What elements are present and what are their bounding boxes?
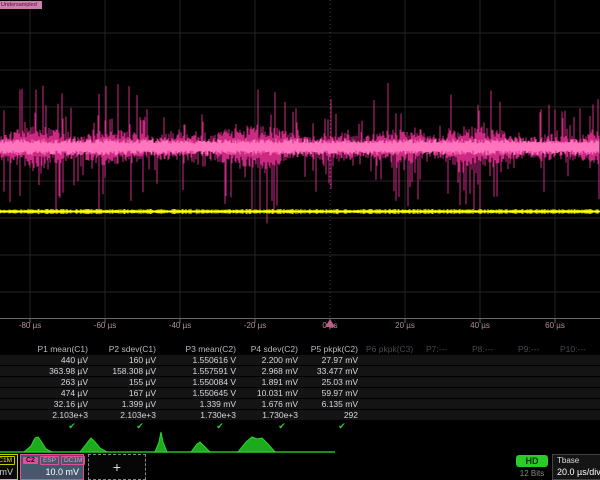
hd-mode-badge[interactable]: HD [516, 455, 548, 467]
trigger-position-icon[interactable] [325, 319, 335, 327]
measurement-header-inactive[interactable]: P9:--- [518, 344, 539, 354]
time-axis-tick-label: 20 µs [383, 321, 427, 330]
measurement-header-P5[interactable]: P5 pkpk(C2) [288, 344, 358, 354]
c1-coupling-chip: DC1M [0, 456, 15, 465]
measurement-header-inactive[interactable]: P6 pkpk(C3) [366, 344, 413, 354]
measurement-value: 440 µV [18, 355, 88, 365]
c1-scale-value: 10.0 mV [0, 467, 17, 477]
time-axis-tick-label: -20 µs [233, 321, 277, 330]
undersampled-warning-badge: Undersampled [0, 1, 42, 9]
trend-peak [238, 437, 275, 452]
measurement-value: 2.103e+3 [86, 410, 156, 420]
measurement-header-inactive[interactable]: P8:--- [472, 344, 493, 354]
measurement-header-P3[interactable]: P3 mean(C2) [166, 344, 236, 354]
c2-esp-chip: ESP [40, 456, 59, 465]
measurement-value: 363.98 µV [18, 366, 88, 376]
measurement-value: 160 µV [86, 355, 156, 365]
oscilloscope-screen: Undersampled -80 µs-60 µs-40 µs-20 µs0 µ… [0, 0, 600, 480]
hd-bits-label: 12 Bits [512, 469, 552, 478]
trend-peak [191, 442, 210, 452]
time-axis-tick-label: -80 µs [8, 321, 52, 330]
timebase-descriptor[interactable]: Tbase 20.0 µs/div [552, 454, 600, 480]
time-axis-tick-label: 60 µs [533, 321, 577, 330]
measurement-value: 27.97 mV [288, 355, 358, 365]
channel-c1-descriptor[interactable]: DC1M 10.0 mV [0, 454, 18, 480]
time-axis-tick-label: -40 µs [158, 321, 202, 330]
time-axis-tick-label: -60 µs [83, 321, 127, 330]
c2-coupling-chip: DC1M [61, 456, 85, 465]
add-channel-button[interactable]: + [88, 454, 146, 480]
measurement-value: 1.550616 V [166, 355, 236, 365]
measurement-value: 59.97 mV [288, 388, 358, 398]
waveform-grid [0, 0, 600, 336]
trend-peak [24, 437, 52, 452]
measurement-value: 474 µV [18, 388, 88, 398]
measurement-value: 1.730e+3 [166, 410, 236, 420]
measurement-value: 155 µV [86, 377, 156, 387]
c2-scale-value: 10.0 mV [21, 467, 83, 477]
time-axis-tick-label: 40 µs [458, 321, 502, 330]
measurement-value: 158.308 µV [86, 366, 156, 376]
timebase-value: 20.0 µs/div [553, 465, 600, 477]
measurement-header-inactive[interactable]: P7:--- [426, 344, 447, 354]
measurement-value: 1.557591 V [166, 366, 236, 376]
measurement-value: 1.550084 V [166, 377, 236, 387]
timebase-title: Tbase [553, 455, 600, 465]
trend-peak [80, 438, 107, 452]
measurement-value: 1.399 µV [86, 399, 156, 409]
measurement-value: 1.550645 V [166, 388, 236, 398]
measurement-value: 33.477 mV [288, 366, 358, 376]
measurement-header-inactive[interactable]: P10:--- [560, 344, 586, 354]
measurement-value: 167 µV [86, 388, 156, 398]
measurement-value: 1.339 mV [166, 399, 236, 409]
measurement-value: 292 [288, 410, 358, 420]
trend-peak [155, 432, 167, 452]
measurement-header-P2[interactable]: P2 sdev(C1) [86, 344, 156, 354]
measurement-value: 263 µV [18, 377, 88, 387]
c2-channel-tab[interactable]: C2 [23, 457, 38, 464]
measurement-value: 6.135 mV [288, 399, 358, 409]
measurement-value: 32.16 µV [18, 399, 88, 409]
channel-c2-descriptor[interactable]: C2 ESP DC1M 10.0 mV [20, 454, 84, 480]
measurement-header-P1[interactable]: P1 mean(C1) [18, 344, 88, 354]
measurement-value: 2.103e+3 [18, 410, 88, 420]
measurement-value: 25.03 mV [288, 377, 358, 387]
